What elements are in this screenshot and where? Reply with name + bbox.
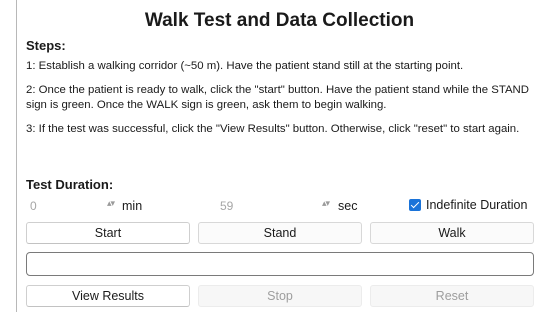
seconds-unit-label: sec bbox=[338, 199, 358, 213]
minutes-value: 0 bbox=[30, 199, 37, 213]
indefinite-duration-label: Indefinite Duration bbox=[426, 198, 528, 212]
walk-test-panel: Walk Test and Data Collection Steps: 1: … bbox=[16, 0, 541, 312]
walk-button[interactable]: Walk bbox=[370, 222, 534, 244]
view-results-button[interactable]: View Results bbox=[26, 285, 190, 307]
minutes-spinbox[interactable]: 0 ▴▾ bbox=[26, 196, 118, 218]
minutes-unit-label: min bbox=[122, 199, 143, 213]
step-1-text: 1: Establish a walking corridor (~50 m).… bbox=[26, 60, 464, 72]
start-button[interactable]: Start bbox=[26, 222, 190, 244]
seconds-spinbox[interactable]: 59 ▴▾ bbox=[216, 196, 333, 218]
step-3-text: 3: If the test was successful, click the… bbox=[26, 123, 520, 135]
status-text-field[interactable] bbox=[26, 252, 534, 276]
checkbox-checked-icon[interactable] bbox=[409, 199, 421, 211]
seconds-value: 59 bbox=[220, 199, 234, 213]
step-2-text: 2: Once the patient is ready to walk, cl… bbox=[26, 84, 529, 111]
stand-button[interactable]: Stand bbox=[198, 222, 362, 244]
test-duration-heading: Test Duration: bbox=[26, 177, 114, 192]
up-down-spinner-icon[interactable]: ▴▾ bbox=[107, 198, 115, 209]
page-title: Walk Test and Data Collection bbox=[144, 10, 415, 31]
reset-button[interactable]: Reset bbox=[370, 285, 534, 307]
up-down-spinner-icon[interactable]: ▴▾ bbox=[322, 198, 330, 209]
indefinite-duration-checkbox[interactable]: Indefinite Duration bbox=[409, 198, 527, 212]
steps-heading: Steps: bbox=[26, 38, 66, 53]
stop-button[interactable]: Stop bbox=[198, 285, 362, 307]
